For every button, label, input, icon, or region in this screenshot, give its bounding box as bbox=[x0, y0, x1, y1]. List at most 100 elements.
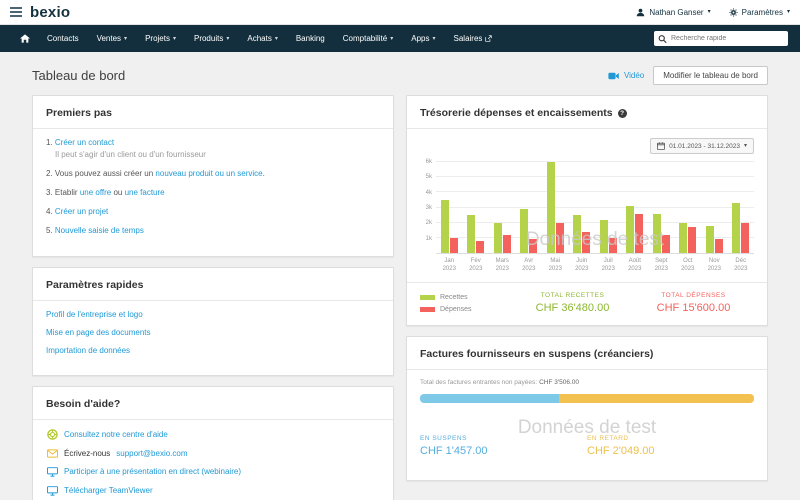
help-item: Écrivez-nous support@bexio.com bbox=[46, 449, 380, 458]
bar-group-oct bbox=[675, 162, 702, 253]
chevron-down-icon: ▾ bbox=[173, 36, 176, 42]
divider bbox=[407, 282, 767, 283]
bar-group-juil bbox=[595, 162, 622, 253]
en-retard-block: EN RETARD CHF 2'049.00 bbox=[587, 435, 655, 457]
bar-recettes bbox=[679, 223, 687, 253]
first-steps-link[interactable]: une offre bbox=[80, 188, 111, 197]
divider bbox=[33, 128, 393, 129]
gear-icon bbox=[729, 8, 738, 17]
bar-group-dec bbox=[728, 162, 755, 253]
card-title: Premiers pas bbox=[46, 107, 380, 119]
x-tick-label: Août2023 bbox=[622, 257, 649, 273]
total-depenses-label: TOTAL DÉPENSES bbox=[633, 292, 754, 299]
menu-icon[interactable] bbox=[10, 7, 22, 17]
nav-item-banking[interactable]: Banking bbox=[287, 25, 334, 52]
nav-item-apps[interactable]: Apps▾ bbox=[402, 25, 444, 52]
first-steps-link[interactable]: une facture bbox=[125, 188, 165, 197]
x-tick-label: Nov2023 bbox=[701, 257, 728, 273]
video-button[interactable]: Vidéo bbox=[608, 71, 644, 80]
legend-swatch bbox=[420, 307, 435, 312]
nav-item-contacts[interactable]: Contacts bbox=[38, 25, 88, 52]
nav-item-label: Apps bbox=[411, 34, 429, 43]
x-tick-label: Oct2023 bbox=[675, 257, 702, 273]
nav-item-projets[interactable]: Projets▾ bbox=[136, 25, 185, 52]
bar-recettes bbox=[626, 206, 634, 253]
settings-menu[interactable]: Paramètres ▾ bbox=[729, 8, 790, 17]
help-link[interactable]: Télécharger TeamViewer bbox=[64, 486, 153, 495]
bar-recettes bbox=[520, 209, 528, 253]
nav-item-comptabilite[interactable]: Comptabilité▾ bbox=[334, 25, 402, 52]
quick-settings-link-mise-en-page-des-documents[interactable]: Mise en page des documents bbox=[46, 328, 380, 337]
creditors-bottom: Données de test EN SUSPENS CHF 1'457.00 … bbox=[420, 407, 754, 469]
first-steps-link[interactable]: nouveau produit ou un service bbox=[155, 169, 262, 178]
chevron-down-icon: ▾ bbox=[390, 36, 393, 42]
en-retard-value: CHF 2'049.00 bbox=[587, 445, 655, 457]
first-steps-card: Premiers pas 1. Créer un contactIl peut … bbox=[32, 95, 394, 257]
first-steps-link[interactable]: Créer un projet bbox=[55, 207, 108, 216]
nav-item-label: Produits bbox=[194, 34, 223, 43]
y-tick-label: 6k bbox=[426, 159, 432, 165]
total-depenses-value: CHF 15'600.00 bbox=[633, 302, 754, 314]
user-menu[interactable]: Nathan Ganser ▾ bbox=[636, 8, 710, 17]
bar-group-mars bbox=[489, 162, 516, 253]
page-actions: Vidéo Modifier le tableau de bord bbox=[608, 66, 768, 85]
first-steps-item: 3. Etablir une offre ou une facture bbox=[46, 188, 380, 197]
dashboard-columns: Premiers pas 1. Créer un contactIl peut … bbox=[0, 95, 800, 500]
nav-item-label: Ventes bbox=[97, 34, 121, 43]
bar-group-nov bbox=[701, 162, 728, 253]
nav-item-achats[interactable]: Achats ▾ bbox=[238, 25, 286, 52]
date-range-button[interactable]: 01.01.2023 - 31.12.2023 ▾ bbox=[650, 138, 754, 154]
nav-item-home[interactable] bbox=[12, 25, 38, 52]
list-number: 3. bbox=[46, 188, 55, 197]
search-box bbox=[654, 31, 788, 46]
quick-settings-link-importation-de-donnees[interactable]: Importation de données bbox=[46, 346, 380, 355]
creditors-subtitle: Total des factures entrantes non payées:… bbox=[420, 379, 754, 386]
bar-recettes bbox=[467, 215, 475, 253]
first-steps-link[interactable]: Nouvelle saisie de temps bbox=[55, 226, 144, 235]
chevron-down-icon: ▾ bbox=[275, 36, 278, 42]
creditors-card: Factures fournisseurs en suspens (créanc… bbox=[406, 336, 768, 481]
nav-item-ventes[interactable]: Ventes▾ bbox=[88, 25, 136, 52]
help-link[interactable]: support@bexio.com bbox=[116, 449, 187, 458]
divider bbox=[407, 369, 767, 370]
legend-item-depenses: Dépenses bbox=[420, 306, 512, 313]
segment-en-suspens bbox=[420, 394, 559, 403]
first-steps-item: 2. Vous pouvez aussi créer un nouveau pr… bbox=[46, 169, 380, 178]
x-axis-labels: Jan2023Fév2023Mars2023Avr2023Mai2023Juin… bbox=[436, 257, 754, 273]
chart-plot: Données de test bbox=[436, 162, 754, 254]
edit-dashboard-button[interactable]: Modifier le tableau de bord bbox=[653, 66, 768, 85]
treasury-chart: 1k2k3k4k5k6k Données de test bbox=[420, 162, 754, 254]
first-steps-item: 5. Nouvelle saisie de temps bbox=[46, 226, 380, 235]
bar-group-fev bbox=[463, 162, 490, 253]
help-link[interactable]: Participer à une présentation en direct … bbox=[64, 467, 241, 476]
bar-depenses bbox=[635, 214, 643, 253]
page-title: Tableau de bord bbox=[32, 68, 125, 83]
bar-group-aout bbox=[622, 162, 649, 253]
first-steps-item: 4. Créer un projet bbox=[46, 207, 380, 216]
divider bbox=[33, 300, 393, 301]
nav-item-salaires[interactable]: Salaires bbox=[445, 25, 502, 52]
first-steps-link[interactable]: Créer un contact bbox=[55, 138, 114, 147]
help-link[interactable]: Consultez notre centre d'aide bbox=[64, 430, 168, 439]
bar-group-juin bbox=[569, 162, 596, 253]
bar-group-mai bbox=[542, 162, 569, 253]
search-input[interactable] bbox=[654, 31, 788, 46]
bexio-logo[interactable]: bexio bbox=[30, 4, 70, 21]
bar-recettes bbox=[547, 162, 555, 253]
settings-label: Paramètres bbox=[742, 8, 783, 17]
quick-settings-link-profil-de-l-entreprise-et-logo[interactable]: Profil de l'entreprise et logo bbox=[46, 310, 380, 319]
total-recettes-value: CHF 36'480.00 bbox=[512, 302, 633, 314]
info-icon[interactable]: ? bbox=[618, 109, 627, 118]
legend-label: Recettes bbox=[440, 294, 468, 301]
chevron-down-icon: ▾ bbox=[708, 9, 711, 15]
bar-recettes bbox=[441, 200, 449, 253]
help-item: Consultez notre centre d'aide bbox=[46, 429, 380, 440]
help-card: Besoin d'aide? Consultez notre centre d'… bbox=[32, 386, 394, 500]
treasury-totals: RecettesDépenses TOTAL RECETTES CHF 36'4… bbox=[420, 292, 754, 314]
nav-item-label: Achats bbox=[247, 34, 271, 43]
en-suspens-label: EN SUSPENS bbox=[420, 435, 488, 442]
chevron-down-icon: ▾ bbox=[124, 36, 127, 42]
card-title: Factures fournisseurs en suspens (créanc… bbox=[420, 348, 754, 360]
bar-recettes bbox=[494, 223, 502, 253]
nav-item-produits[interactable]: Produits▾ bbox=[185, 25, 238, 52]
